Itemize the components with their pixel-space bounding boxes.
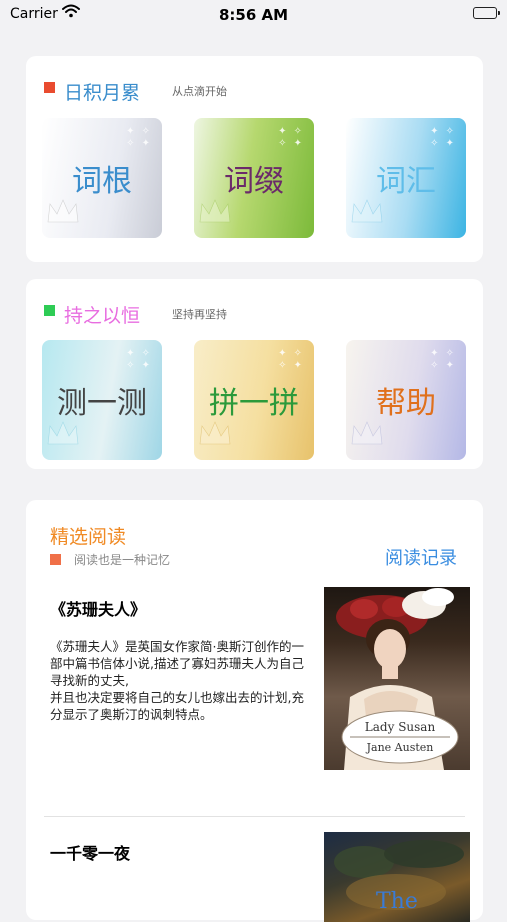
reading-subtitle: 阅读也是一种记忆 — [74, 553, 171, 567]
section-title: 持之以恒 — [64, 305, 141, 327]
book-title: 《苏珊夫人》 — [50, 600, 147, 619]
reading-title: 精选阅读 — [50, 526, 127, 548]
cover-title: The — [376, 889, 418, 914]
reading-history-link[interactable]: 阅读记录 — [385, 544, 457, 570]
section-subtitle: 从点滴开始 — [172, 85, 227, 98]
crown-icon — [198, 419, 232, 454]
tile-vocabulary[interactable]: ✦ ✧ ✧ ✦ 词汇 — [346, 118, 466, 238]
tile-label: 词根 — [72, 164, 132, 199]
tile-test[interactable]: ✦ ✧ ✧ ✦ 测一测 — [42, 340, 162, 460]
book-description: 《苏珊夫人》是英国女作家简·奥斯汀创作的一部中篇书信体小说,描述了寡妇苏珊夫人为… — [50, 639, 304, 722]
cover-title: Lady Susan — [365, 720, 436, 734]
book-title: 一千零一夜 — [50, 844, 131, 863]
book-cover-image: Lady Susan Jane Austen — [324, 587, 470, 770]
tile-label: 测一测 — [57, 386, 147, 421]
battery-icon — [473, 7, 500, 19]
section-title: 日积月累 — [64, 82, 141, 104]
status-time: 8:56 AM — [218, 6, 289, 24]
section-marker-icon — [50, 554, 61, 565]
sparkle-icon: ✦ ✧ ✧ ✦ — [126, 126, 152, 149]
sparkle-icon: ✦ ✧ ✧ ✦ — [278, 126, 304, 149]
sparkle-icon: ✦ ✧ ✧ ✦ — [126, 348, 152, 371]
tile-spell[interactable]: ✦ ✧ ✧ ✦ 拼一拼 — [194, 340, 314, 460]
crown-icon — [350, 419, 384, 454]
crown-icon — [46, 197, 80, 232]
crown-icon — [46, 419, 80, 454]
section-marker-icon — [44, 305, 55, 316]
tile-label: 词缀 — [224, 164, 284, 199]
section-marker-icon — [44, 82, 55, 93]
tile-label: 拼一拼 — [209, 386, 299, 421]
tile-label: 词汇 — [376, 164, 436, 199]
tile-word-root[interactable]: ✦ ✧ ✧ ✦ 词根 — [42, 118, 162, 238]
cover-author: Jane Austen — [366, 741, 434, 754]
sparkle-icon: ✦ ✧ ✧ ✦ — [430, 348, 456, 371]
book-cover-image: The — [324, 832, 470, 922]
status-bar: Carrier 8:56 AM — [0, 0, 507, 30]
divider — [44, 816, 465, 817]
tile-help[interactable]: ✦ ✧ ✧ ✦ 帮助 — [346, 340, 466, 460]
tile-affix[interactable]: ✦ ✧ ✧ ✦ 词缀 — [194, 118, 314, 238]
tile-label: 帮助 — [376, 386, 436, 421]
sparkle-icon: ✦ ✧ ✧ ✦ — [278, 348, 304, 371]
crown-icon — [350, 197, 384, 232]
section-accumulate-card: 日积月累 从点滴开始 ✦ ✧ ✧ ✦ 词根 ✦ ✧ ✧ ✦ 词缀 ✦ ✧ ✧ ✦ 词汇 — [26, 56, 483, 262]
section-subtitle: 坚持再坚持 — [172, 308, 227, 321]
section-reading-card: 精选阅读 阅读也是一种记忆 阅读记录 《苏珊夫人》 《苏珊夫人》是英国女作家简·… — [26, 500, 483, 922]
crown-icon — [198, 197, 232, 232]
sparkle-icon: ✦ ✧ ✧ ✦ — [430, 126, 456, 149]
section-persist-card: 持之以恒 坚持再坚持 ✦ ✧ ✧ ✦ 测一测 ✦ ✧ ✧ ✦ 拼一拼 ✦ ✧ ✧ ✦ … — [26, 279, 483, 469]
